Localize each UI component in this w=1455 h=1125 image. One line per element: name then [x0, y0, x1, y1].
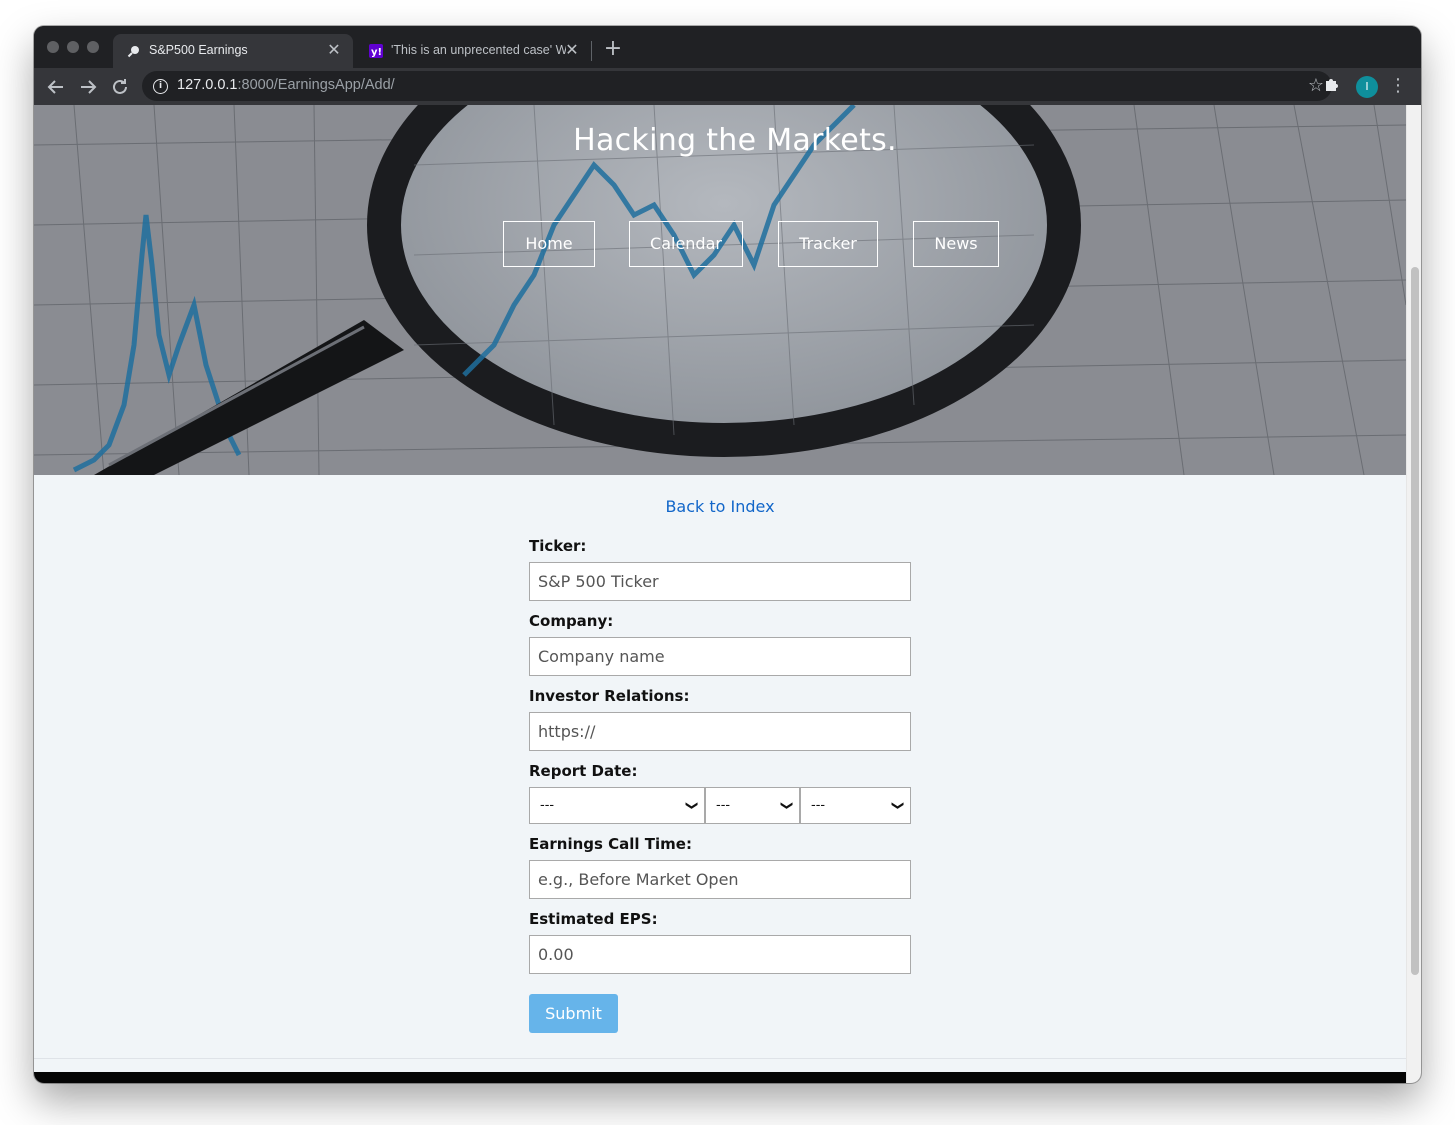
scrollbar-thumb[interactable] [1411, 267, 1419, 975]
bookmark-star-icon[interactable]: ☆ [1308, 75, 1324, 97]
company-label: Company: [529, 612, 614, 630]
tab-title: 'This is an unprecented case' W [391, 43, 566, 57]
url-host: 127.0.0.1 [177, 77, 238, 93]
tab-separator [591, 41, 592, 61]
zoom-window-dot[interactable] [87, 41, 99, 53]
nav-tracker-button[interactable]: Tracker [778, 221, 878, 267]
vertical-scrollbar[interactable] [1406, 105, 1421, 1083]
estimated-eps-input[interactable]: 0.00 [529, 935, 911, 974]
call-time-label: Earnings Call Time: [529, 835, 692, 853]
browser-window: S&P500 Earnings ✕ y! 'This is an unprece… [34, 26, 1421, 1083]
page-viewport: Hacking the Markets. Home Calendar Track… [34, 105, 1406, 1083]
nav-news-button[interactable]: News [913, 221, 999, 267]
submit-button[interactable]: Submit [529, 994, 618, 1033]
call-time-input[interactable]: e.g., Before Market Open [529, 860, 911, 899]
ticker-input[interactable]: S&P 500 Ticker [529, 562, 911, 601]
tab-title: S&P500 Earnings [149, 43, 248, 57]
nav-calendar-button[interactable]: Calendar [629, 221, 743, 267]
new-tab-button[interactable]: + [602, 38, 624, 60]
site-title: Hacking the Markets. [573, 123, 897, 158]
back-to-index-link[interactable]: Back to Index [34, 497, 1406, 516]
browser-toolbar: i 127.0.0.1:8000/EarningsApp/Add/ ☆ I ⋮ [34, 68, 1421, 105]
forward-arrow-icon[interactable] [76, 75, 100, 99]
footer-bar [34, 1072, 1406, 1083]
profile-avatar[interactable]: I [1356, 76, 1378, 98]
chevron-down-icon: ❯ [891, 800, 906, 811]
investor-relations-input[interactable]: https:// [529, 712, 911, 751]
company-input[interactable]: Company name [529, 637, 911, 676]
magnifier-favicon-icon [127, 46, 139, 58]
hero-banner: Hacking the Markets. Home Calendar Track… [34, 105, 1406, 475]
report-date-label: Report Date: [529, 762, 638, 780]
close-tab-icon[interactable]: ✕ [563, 41, 581, 59]
estimated-eps-label: Estimated EPS: [529, 910, 658, 928]
magnifying-glass-chart-image [34, 105, 1406, 475]
tab-strip: S&P500 Earnings ✕ y! 'This is an unprece… [34, 26, 1421, 68]
url-path: :8000/EarningsApp/Add/ [237, 77, 395, 93]
close-window-dot[interactable] [47, 41, 59, 53]
nav-home-button[interactable]: Home [503, 221, 595, 267]
more-menu-icon[interactable]: ⋮ [1389, 75, 1407, 97]
svg-text:y!: y! [371, 47, 382, 58]
investor-relations-label: Investor Relations: [529, 687, 690, 705]
close-tab-icon[interactable]: ✕ [325, 41, 343, 59]
tab-sp500-earnings[interactable]: S&P500 Earnings ✕ [113, 34, 353, 68]
report-month-select[interactable]: --- ❯ [529, 787, 705, 824]
reload-icon[interactable] [108, 75, 132, 99]
report-day-select[interactable]: --- ❯ [705, 787, 800, 824]
extensions-puzzle-icon[interactable] [1324, 76, 1340, 96]
report-year-value: --- [811, 798, 826, 813]
report-month-value: --- [540, 798, 555, 813]
url-text: 127.0.0.1:8000/EarningsApp/Add/ [177, 77, 395, 93]
report-year-select[interactable]: --- ❯ [800, 787, 911, 824]
tab-yahoo-article[interactable]: y! 'This is an unprecented case' W ✕ [355, 34, 591, 68]
yahoo-favicon-icon: y! [369, 44, 383, 58]
report-day-value: --- [716, 798, 731, 813]
back-arrow-icon[interactable] [44, 75, 68, 99]
info-icon[interactable]: i [153, 79, 168, 94]
minimize-window-dot[interactable] [67, 41, 79, 53]
footer-divider [34, 1058, 1406, 1059]
address-bar[interactable]: i 127.0.0.1:8000/EarningsApp/Add/ ☆ [142, 71, 1332, 101]
ticker-label: Ticker: [529, 537, 587, 555]
